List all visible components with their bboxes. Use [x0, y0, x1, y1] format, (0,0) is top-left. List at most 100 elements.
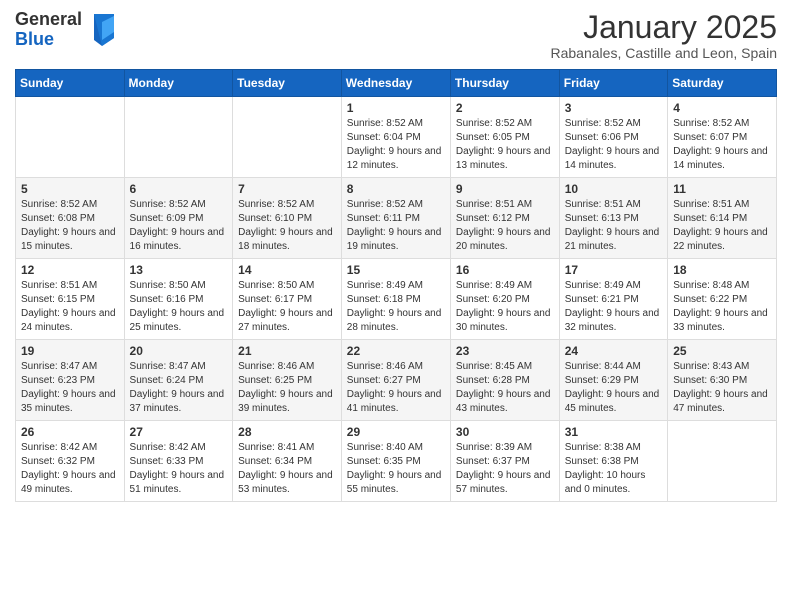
- header: General Blue January 2025 Rabanales, Cas…: [15, 10, 777, 61]
- day-info: Sunrise: 8:52 AM Sunset: 6:05 PM Dayligh…: [456, 117, 554, 173]
- day-info: Sunrise: 8:49 AM Sunset: 6:20 PM Dayligh…: [456, 279, 554, 335]
- calendar-cell: 22Sunrise: 8:46 AM Sunset: 6:27 PM Dayli…: [341, 340, 450, 421]
- calendar-cell: 9 Sunrise: 8:51 AM Sunset: 6:12 PM Daylig…: [450, 178, 559, 259]
- day-number: 12: [21, 263, 119, 277]
- calendar-cell: 12 Sunrise: 8:51 AM Sunset: 6:15 PM Dayli…: [16, 259, 125, 340]
- day-info: Sunrise: 8:47 AM Sunset: 6:23 PM Dayligh…: [21, 360, 119, 416]
- calendar-cell: 6 Sunrise: 8:52 AM Sunset: 6:09 PM Daylig…: [124, 178, 233, 259]
- calendar-cell: [16, 97, 125, 178]
- day-info: Sunrise: 8:44 AM Sunset: 6:29 PM Dayligh…: [565, 360, 662, 416]
- day-info: Sunrise: 8:40 AM Sunset: 6:35 PM Dayligh…: [347, 441, 445, 497]
- day-number: 23: [456, 344, 554, 358]
- day-info: Sunrise: 8:52 AM Sunset: 6:08 PM Dayligh…: [21, 198, 119, 254]
- day-number: 30: [456, 425, 554, 439]
- calendar-cell: 11 Sunrise: 8:51 AM Sunset: 6:14 PM Dayli…: [668, 178, 777, 259]
- calendar-cell: 24 Sunrise: 8:44 AM Sunset: 6:29 PM Dayli…: [559, 340, 667, 421]
- calendar-week-row: 1Sunrise: 8:52 AM Sunset: 6:04 PM Daylig…: [16, 97, 777, 178]
- day-number: 18: [673, 263, 771, 277]
- calendar-cell: 31 Sunrise: 8:38 AM Sunset: 6:38 PM Dayli…: [559, 421, 667, 502]
- month-title: January 2025: [551, 10, 778, 45]
- day-number: 4: [673, 101, 771, 115]
- day-number: 19: [21, 344, 119, 358]
- calendar-cell: 29 Sunrise: 8:40 AM Sunset: 6:35 PM Dayli…: [341, 421, 450, 502]
- day-number: 20: [130, 344, 228, 358]
- day-info: Sunrise: 8:52 AM Sunset: 6:07 PM Dayligh…: [673, 117, 771, 173]
- day-number: 31: [565, 425, 662, 439]
- day-number: 24: [565, 344, 662, 358]
- subtitle: Rabanales, Castille and Leon, Spain: [551, 45, 778, 61]
- calendar-cell: 13 Sunrise: 8:50 AM Sunset: 6:16 PM Dayli…: [124, 259, 233, 340]
- calendar-cell: 2 Sunrise: 8:52 AM Sunset: 6:05 PM Daylig…: [450, 97, 559, 178]
- day-number: 29: [347, 425, 445, 439]
- day-number: 8: [347, 182, 445, 196]
- calendar-table: SundayMondayTuesdayWednesdayThursdayFrid…: [15, 69, 777, 502]
- day-number: 11: [673, 182, 771, 196]
- day-number: 17: [565, 263, 662, 277]
- calendar-cell: 26 Sunrise: 8:42 AM Sunset: 6:32 PM Dayli…: [16, 421, 125, 502]
- day-info: Sunrise: 8:46 AM Sunset: 6:27 PM Dayligh…: [347, 360, 445, 416]
- day-number: 5: [21, 182, 119, 196]
- calendar-cell: 17 Sunrise: 8:49 AM Sunset: 6:21 PM Dayli…: [559, 259, 667, 340]
- calendar-cell: 30 Sunrise: 8:39 AM Sunset: 6:37 PM Dayli…: [450, 421, 559, 502]
- calendar-cell: 15Sunrise: 8:49 AM Sunset: 6:18 PM Dayli…: [341, 259, 450, 340]
- calendar-cell: 23 Sunrise: 8:45 AM Sunset: 6:28 PM Dayli…: [450, 340, 559, 421]
- day-number: 27: [130, 425, 228, 439]
- calendar-cell: 21Sunrise: 8:46 AM Sunset: 6:25 PM Dayli…: [233, 340, 342, 421]
- day-number: 9: [456, 182, 554, 196]
- calendar-header-thursday: Thursday: [450, 70, 559, 97]
- title-block: January 2025 Rabanales, Castille and Leo…: [551, 10, 778, 61]
- day-info: Sunrise: 8:42 AM Sunset: 6:33 PM Dayligh…: [130, 441, 228, 497]
- day-info: Sunrise: 8:52 AM Sunset: 6:09 PM Dayligh…: [130, 198, 228, 254]
- day-number: 3: [565, 101, 662, 115]
- day-number: 7: [238, 182, 336, 196]
- day-info: Sunrise: 8:51 AM Sunset: 6:12 PM Dayligh…: [456, 198, 554, 254]
- calendar-cell: 7Sunrise: 8:52 AM Sunset: 6:10 PM Daylig…: [233, 178, 342, 259]
- calendar-cell: 27 Sunrise: 8:42 AM Sunset: 6:33 PM Dayli…: [124, 421, 233, 502]
- day-number: 16: [456, 263, 554, 277]
- day-number: 14: [238, 263, 336, 277]
- calendar-cell: 8Sunrise: 8:52 AM Sunset: 6:11 PM Daylig…: [341, 178, 450, 259]
- calendar-week-row: 19 Sunrise: 8:47 AM Sunset: 6:23 PM Dayli…: [16, 340, 777, 421]
- logo-icon: [86, 12, 118, 48]
- day-info: Sunrise: 8:42 AM Sunset: 6:32 PM Dayligh…: [21, 441, 119, 497]
- day-number: 25: [673, 344, 771, 358]
- calendar-cell: 10Sunrise: 8:51 AM Sunset: 6:13 PM Dayli…: [559, 178, 667, 259]
- calendar-cell: 19 Sunrise: 8:47 AM Sunset: 6:23 PM Dayli…: [16, 340, 125, 421]
- day-number: 6: [130, 182, 228, 196]
- day-info: Sunrise: 8:48 AM Sunset: 6:22 PM Dayligh…: [673, 279, 771, 335]
- day-info: Sunrise: 8:45 AM Sunset: 6:28 PM Dayligh…: [456, 360, 554, 416]
- day-info: Sunrise: 8:43 AM Sunset: 6:30 PM Dayligh…: [673, 360, 771, 416]
- calendar-header-friday: Friday: [559, 70, 667, 97]
- day-info: Sunrise: 8:39 AM Sunset: 6:37 PM Dayligh…: [456, 441, 554, 497]
- calendar-cell: 20 Sunrise: 8:47 AM Sunset: 6:24 PM Dayli…: [124, 340, 233, 421]
- day-number: 15: [347, 263, 445, 277]
- day-info: Sunrise: 8:49 AM Sunset: 6:21 PM Dayligh…: [565, 279, 662, 335]
- page: General Blue January 2025 Rabanales, Cas…: [0, 0, 792, 517]
- calendar-cell: 5 Sunrise: 8:52 AM Sunset: 6:08 PM Daylig…: [16, 178, 125, 259]
- day-number: 10: [565, 182, 662, 196]
- day-info: Sunrise: 8:52 AM Sunset: 6:06 PM Dayligh…: [565, 117, 662, 173]
- calendar-cell: [124, 97, 233, 178]
- logo-general-text: General: [15, 9, 82, 29]
- calendar-header-tuesday: Tuesday: [233, 70, 342, 97]
- calendar-header-sunday: Sunday: [16, 70, 125, 97]
- calendar-header-monday: Monday: [124, 70, 233, 97]
- day-info: Sunrise: 8:38 AM Sunset: 6:38 PM Dayligh…: [565, 441, 662, 497]
- day-info: Sunrise: 8:51 AM Sunset: 6:14 PM Dayligh…: [673, 198, 771, 254]
- calendar-cell: 14 Sunrise: 8:50 AM Sunset: 6:17 PM Dayli…: [233, 259, 342, 340]
- calendar-header-row: SundayMondayTuesdayWednesdayThursdayFrid…: [16, 70, 777, 97]
- calendar-header-wednesday: Wednesday: [341, 70, 450, 97]
- day-number: 2: [456, 101, 554, 115]
- calendar-week-row: 26 Sunrise: 8:42 AM Sunset: 6:32 PM Dayli…: [16, 421, 777, 502]
- day-info: Sunrise: 8:50 AM Sunset: 6:17 PM Dayligh…: [238, 279, 336, 335]
- day-number: 28: [238, 425, 336, 439]
- calendar-cell: 18 Sunrise: 8:48 AM Sunset: 6:22 PM Dayli…: [668, 259, 777, 340]
- day-info: Sunrise: 8:52 AM Sunset: 6:04 PM Dayligh…: [347, 117, 445, 173]
- day-number: 13: [130, 263, 228, 277]
- day-info: Sunrise: 8:51 AM Sunset: 6:15 PM Dayligh…: [21, 279, 119, 335]
- calendar-week-row: 5 Sunrise: 8:52 AM Sunset: 6:08 PM Daylig…: [16, 178, 777, 259]
- day-info: Sunrise: 8:47 AM Sunset: 6:24 PM Dayligh…: [130, 360, 228, 416]
- calendar-cell: 28Sunrise: 8:41 AM Sunset: 6:34 PM Dayli…: [233, 421, 342, 502]
- day-number: 26: [21, 425, 119, 439]
- day-info: Sunrise: 8:50 AM Sunset: 6:16 PM Dayligh…: [130, 279, 228, 335]
